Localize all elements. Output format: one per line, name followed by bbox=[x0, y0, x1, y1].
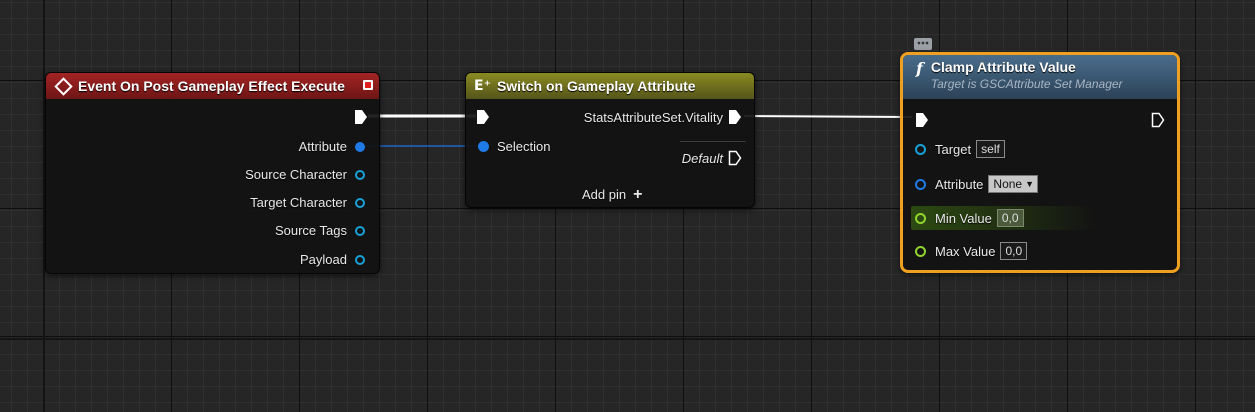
switch-selection-row[interactable]: Selection bbox=[478, 139, 550, 154]
clamp-min-value-row[interactable]: Min Value 0,0 bbox=[915, 209, 1024, 227]
clamp-node-header[interactable]: f Clamp Attribute Value Target is GSCAtt… bbox=[903, 55, 1177, 99]
exec-wire-switch-to-clamp bbox=[743, 115, 913, 118]
selection-pin-icon[interactable] bbox=[478, 141, 489, 152]
attribute-combo-value: None bbox=[993, 177, 1023, 191]
switch-exec-in-pin[interactable] bbox=[476, 109, 490, 125]
event-pin-label: Attribute bbox=[298, 139, 347, 154]
clamp-target-row[interactable]: Target self bbox=[915, 140, 1005, 158]
clamp-node-subtitle: Target is GSCAttribute Set Manager bbox=[930, 77, 1123, 91]
event-delegate-icon[interactable] bbox=[363, 80, 373, 90]
event-pin-row-source-tags[interactable]: Source Tags bbox=[275, 223, 365, 238]
event-node-header[interactable]: Event On Post Gameplay Effect Execute bbox=[46, 73, 379, 99]
switch-case-label: StatsAttributeSet.Vitality bbox=[583, 109, 723, 125]
switch-divider bbox=[680, 141, 746, 142]
clamp-max-value-row[interactable]: Max Value 0,0 bbox=[915, 242, 1028, 260]
clamp-node[interactable]: f Clamp Attribute Value Target is GSCAtt… bbox=[900, 52, 1180, 273]
event-pin-label: Source Tags bbox=[274, 223, 347, 238]
clamp-header-text: Clamp Attribute Value Target is GSCAttri… bbox=[931, 59, 1123, 91]
target-character-pin-icon[interactable] bbox=[355, 197, 365, 208]
attribute-combo[interactable]: None ▼ bbox=[988, 175, 1039, 193]
selection-label: Selection bbox=[497, 139, 551, 154]
add-pin-label: Add pin bbox=[582, 187, 627, 202]
clamp-exec-out-pin[interactable] bbox=[1151, 112, 1165, 128]
chevron-down-icon: ▼ bbox=[1025, 179, 1035, 189]
attribute-input-pin-icon[interactable] bbox=[915, 178, 926, 190]
switch-node[interactable]: E⁺ Switch on Gameplay Attribute StatsAtt… bbox=[465, 72, 755, 208]
clamp-exec-in-pin[interactable] bbox=[915, 112, 929, 128]
clamp-attribute-row[interactable]: Attribute None ▼ bbox=[915, 175, 1039, 193]
event-node[interactable]: Event On Post Gameplay Effect Execute At… bbox=[45, 72, 380, 274]
target-label: Target bbox=[935, 141, 972, 157]
source-character-pin-icon[interactable] bbox=[355, 169, 365, 180]
comment-dots bbox=[917, 41, 929, 45]
clamp-node-title: Clamp Attribute Value bbox=[930, 59, 1076, 75]
target-pin-icon[interactable] bbox=[915, 143, 926, 155]
max-value-pin-icon[interactable] bbox=[915, 245, 926, 257]
max-value-box[interactable]: 0,0 bbox=[1000, 242, 1028, 260]
event-pin-row-source-character[interactable]: Source Character bbox=[245, 167, 365, 182]
max-value-label: Max Value bbox=[935, 243, 996, 259]
function-icon: f bbox=[916, 59, 923, 78]
min-value-pin-icon[interactable] bbox=[915, 212, 926, 224]
min-value-label: Min Value bbox=[935, 210, 992, 226]
event-node-title: Event On Post Gameplay Effect Execute bbox=[78, 78, 345, 94]
default-exec-out-pin[interactable] bbox=[728, 150, 742, 166]
clamp-node-comment-icon[interactable] bbox=[914, 38, 932, 50]
event-pin-row-payload[interactable]: Payload bbox=[300, 252, 365, 267]
event-pin-row-attribute[interactable]: Attribute bbox=[299, 139, 365, 154]
event-pin-label: Payload bbox=[300, 252, 347, 267]
switch-node-title: Switch on Gameplay Attribute bbox=[496, 78, 696, 94]
target-value-box[interactable]: self bbox=[976, 140, 1005, 158]
attribute-label: Attribute bbox=[935, 176, 984, 192]
attribute-pin-icon[interactable] bbox=[355, 141, 365, 152]
default-label: Default bbox=[681, 150, 723, 166]
switch-node-header[interactable]: E⁺ Switch on Gameplay Attribute bbox=[466, 73, 754, 99]
event-exec-out-pin[interactable] bbox=[354, 109, 368, 125]
plus-icon: + bbox=[633, 185, 643, 203]
event-diamond-icon bbox=[54, 76, 73, 96]
switch-icon: E⁺ bbox=[474, 78, 491, 94]
add-pin-button[interactable]: Add pin + bbox=[582, 185, 643, 203]
min-value-box[interactable]: 0,0 bbox=[996, 209, 1024, 227]
payload-pin-icon[interactable] bbox=[355, 254, 365, 265]
event-pin-label: Source Character bbox=[245, 167, 347, 182]
switch-case-exec-out-pin[interactable] bbox=[728, 109, 742, 125]
switch-default-row[interactable]: Default bbox=[682, 150, 742, 166]
event-pin-row-target-character[interactable]: Target Character bbox=[250, 195, 365, 210]
source-tags-pin-icon[interactable] bbox=[355, 225, 365, 236]
event-pin-label: Target Character bbox=[250, 195, 347, 210]
switch-case-vitality-row[interactable]: StatsAttributeSet.Vitality bbox=[584, 109, 742, 125]
